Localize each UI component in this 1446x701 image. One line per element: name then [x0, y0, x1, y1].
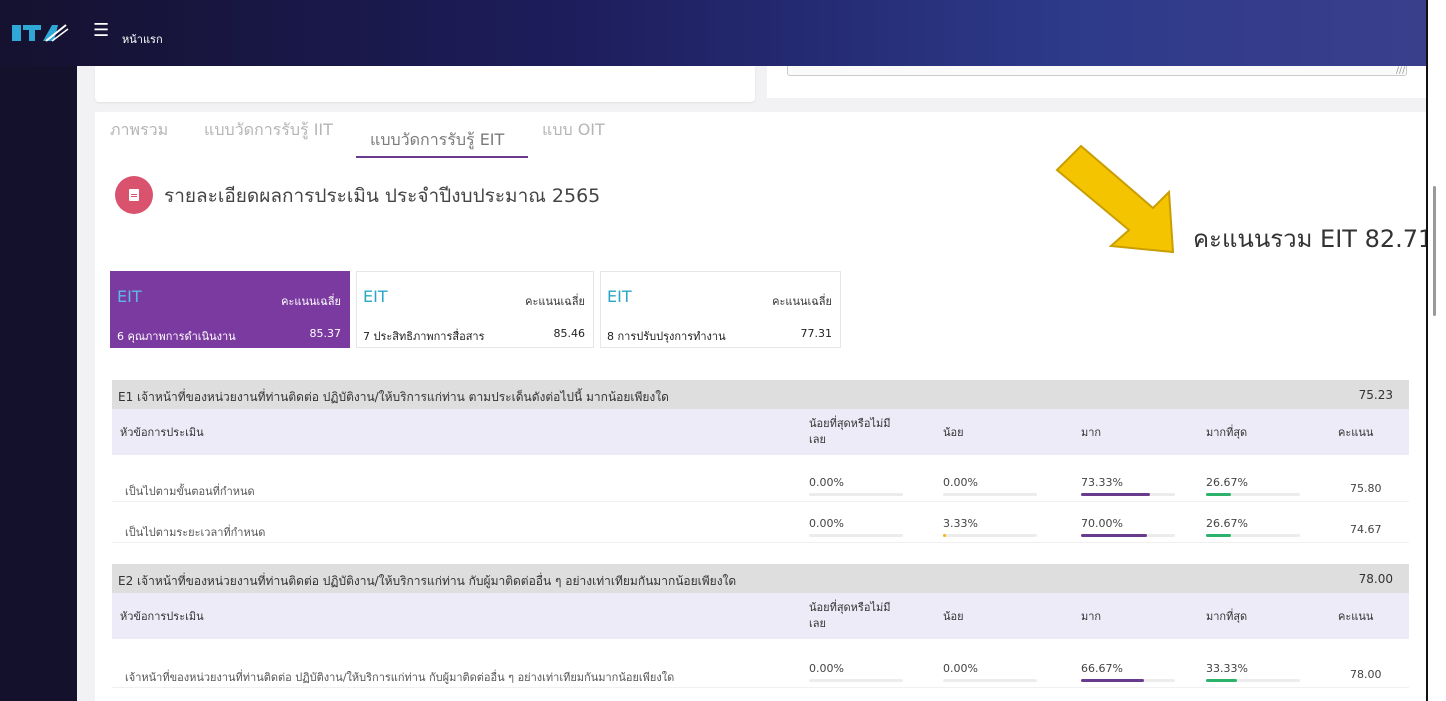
col-much: มาก [1081, 426, 1102, 439]
col-least-2: เลย [809, 617, 826, 630]
pct-least: 0.00% [809, 662, 844, 675]
col-topic: หัวข้อการประเมิน [120, 426, 204, 439]
pct-little: 3.33% [943, 517, 978, 530]
bar-most [1206, 679, 1238, 682]
tab-iit[interactable]: แบบวัดการรับรู้ IIT [204, 118, 333, 143]
indicator-card-8[interactable]: EIT คะแนนเฉลี่ย 8 การปรับปรุงการทำงาน 77… [600, 271, 841, 348]
card-name: 6 คุณภาพการดำเนินงาน [117, 330, 236, 343]
indicator-card-7[interactable]: EIT คะแนนเฉลี่ย 7 ประสิทธิภาพการสื่อสาร … [356, 271, 594, 348]
sidebar [0, 66, 77, 701]
row-label: เป็นไปตามระยะเวลาที่กำหนด [125, 526, 266, 539]
menu-icon[interactable]: ☰ [93, 22, 109, 40]
pct-much: 73.33% [1081, 476, 1123, 489]
arrow-icon [1055, 144, 1175, 254]
card-tag: EIT [117, 287, 142, 306]
card-avg-label: คะแนนเฉลี่ย [281, 295, 341, 308]
col-score: คะแนน [1338, 426, 1374, 439]
resize-grip-icon[interactable]: /// [1396, 66, 1405, 76]
col-least: น้อยที่สุดหรือไม่มี [809, 417, 891, 430]
tab-overview[interactable]: ภาพรวม [110, 118, 168, 143]
pct-least: 0.00% [809, 476, 844, 489]
table-row: เจ้าหน้าที่ของหน่วยงานที่ท่านติดต่อ ปฏิบ… [112, 658, 1409, 688]
bar-much [1081, 534, 1147, 537]
pct-most: 26.67% [1206, 517, 1248, 530]
tab-oit[interactable]: แบบ OIT [542, 118, 605, 143]
question-score: 75.23 [1358, 388, 1393, 402]
breadcrumb[interactable]: หน้าแรก [122, 30, 163, 48]
top-card-left [95, 66, 755, 102]
col-least: น้อยที่สุดหรือไม่มี [809, 601, 891, 614]
col-little: น้อย [943, 610, 964, 623]
section-title: รายละเอียดผลการประเมิน ประจำปีงบประมาณ 2… [164, 185, 601, 207]
page-edge [1426, 0, 1446, 701]
bar-little [943, 534, 947, 537]
ita-logo[interactable] [10, 22, 70, 44]
card-avg-label: คะแนนเฉลี่ย [525, 295, 585, 308]
document-icon [115, 176, 153, 214]
table-row: เป็นไปตามขั้นตอนที่กำหนด 0.00% 0.00% 73.… [112, 472, 1409, 502]
col-topic: หัวข้อการประเมิน [120, 610, 204, 623]
card-score: 85.37 [309, 327, 342, 340]
indicator-card-6[interactable]: EIT คะแนนเฉลี่ย 6 คุณภาพการดำเนินงาน 85.… [110, 271, 350, 348]
pct-much: 70.00% [1081, 517, 1123, 530]
card-score: 85.46 [553, 327, 586, 340]
col-much: มาก [1081, 610, 1102, 623]
bar-most [1206, 534, 1232, 537]
card-name: 7 ประสิทธิภาพการสื่อสาร [363, 330, 485, 343]
question-title: E2 เจ้าหน้าที่ของหน่วยงานที่ท่านติดต่อ ป… [118, 574, 737, 588]
pct-most: 26.67% [1206, 476, 1248, 489]
card-tag: EIT [363, 287, 388, 306]
tab-eit[interactable]: แบบวัดการรับรู้ EIT [370, 128, 504, 153]
card-name: 8 การปรับปรุงการทำงาน [607, 330, 726, 343]
total-score: คะแนนรวม EIT 82.71 [1193, 225, 1434, 253]
card-avg-label: คะแนนเฉลี่ย [772, 295, 832, 308]
pct-little: 0.00% [943, 662, 978, 675]
active-tab-indicator [356, 156, 528, 158]
top-navbar [0, 0, 1426, 66]
card-score: 77.31 [800, 327, 833, 340]
col-most: มากที่สุด [1206, 610, 1248, 623]
column-header: หัวข้อการประเมิน น้อยที่สุดหรือไม่มี เลย… [112, 593, 1409, 639]
bar-much [1081, 493, 1150, 496]
col-least-2: เลย [809, 433, 826, 446]
col-little: น้อย [943, 426, 964, 439]
pct-much: 66.67% [1081, 662, 1123, 675]
question-header-e1: E1 เจ้าหน้าที่ของหน่วยงานที่ท่านติดต่อ ป… [112, 380, 1409, 409]
bar-most [1206, 493, 1232, 496]
pct-little: 0.00% [943, 476, 978, 489]
question-title: E1 เจ้าหน้าที่ของหน่วยงานที่ท่านติดต่อ ป… [118, 390, 669, 404]
pct-most: 33.33% [1206, 662, 1248, 675]
page-divider [1426, 0, 1428, 701]
pct-least: 0.00% [809, 517, 844, 530]
comment-textarea[interactable] [787, 66, 1407, 76]
scrollbar-thumb[interactable] [1433, 186, 1436, 316]
row-label: เจ้าหน้าที่ของหน่วยงานที่ท่านติดต่อ ปฏิบ… [125, 671, 675, 684]
column-header: หัวข้อการประเมิน น้อยที่สุดหรือไม่มี เลย… [112, 409, 1409, 455]
bar-much [1081, 679, 1144, 682]
row-score: 78.00 [1350, 668, 1382, 681]
col-most: มากที่สุด [1206, 426, 1248, 439]
table-row: เป็นไปตามระยะเวลาที่กำหนด 0.00% 3.33% 70… [112, 513, 1409, 543]
col-score: คะแนน [1338, 610, 1374, 623]
card-tag: EIT [607, 287, 632, 306]
row-label: เป็นไปตามขั้นตอนที่กำหนด [125, 485, 255, 498]
question-header-e2: E2 เจ้าหน้าที่ของหน่วยงานที่ท่านติดต่อ ป… [112, 564, 1409, 593]
row-score: 75.80 [1350, 482, 1382, 495]
question-score: 78.00 [1358, 572, 1393, 586]
row-score: 74.67 [1350, 523, 1382, 536]
